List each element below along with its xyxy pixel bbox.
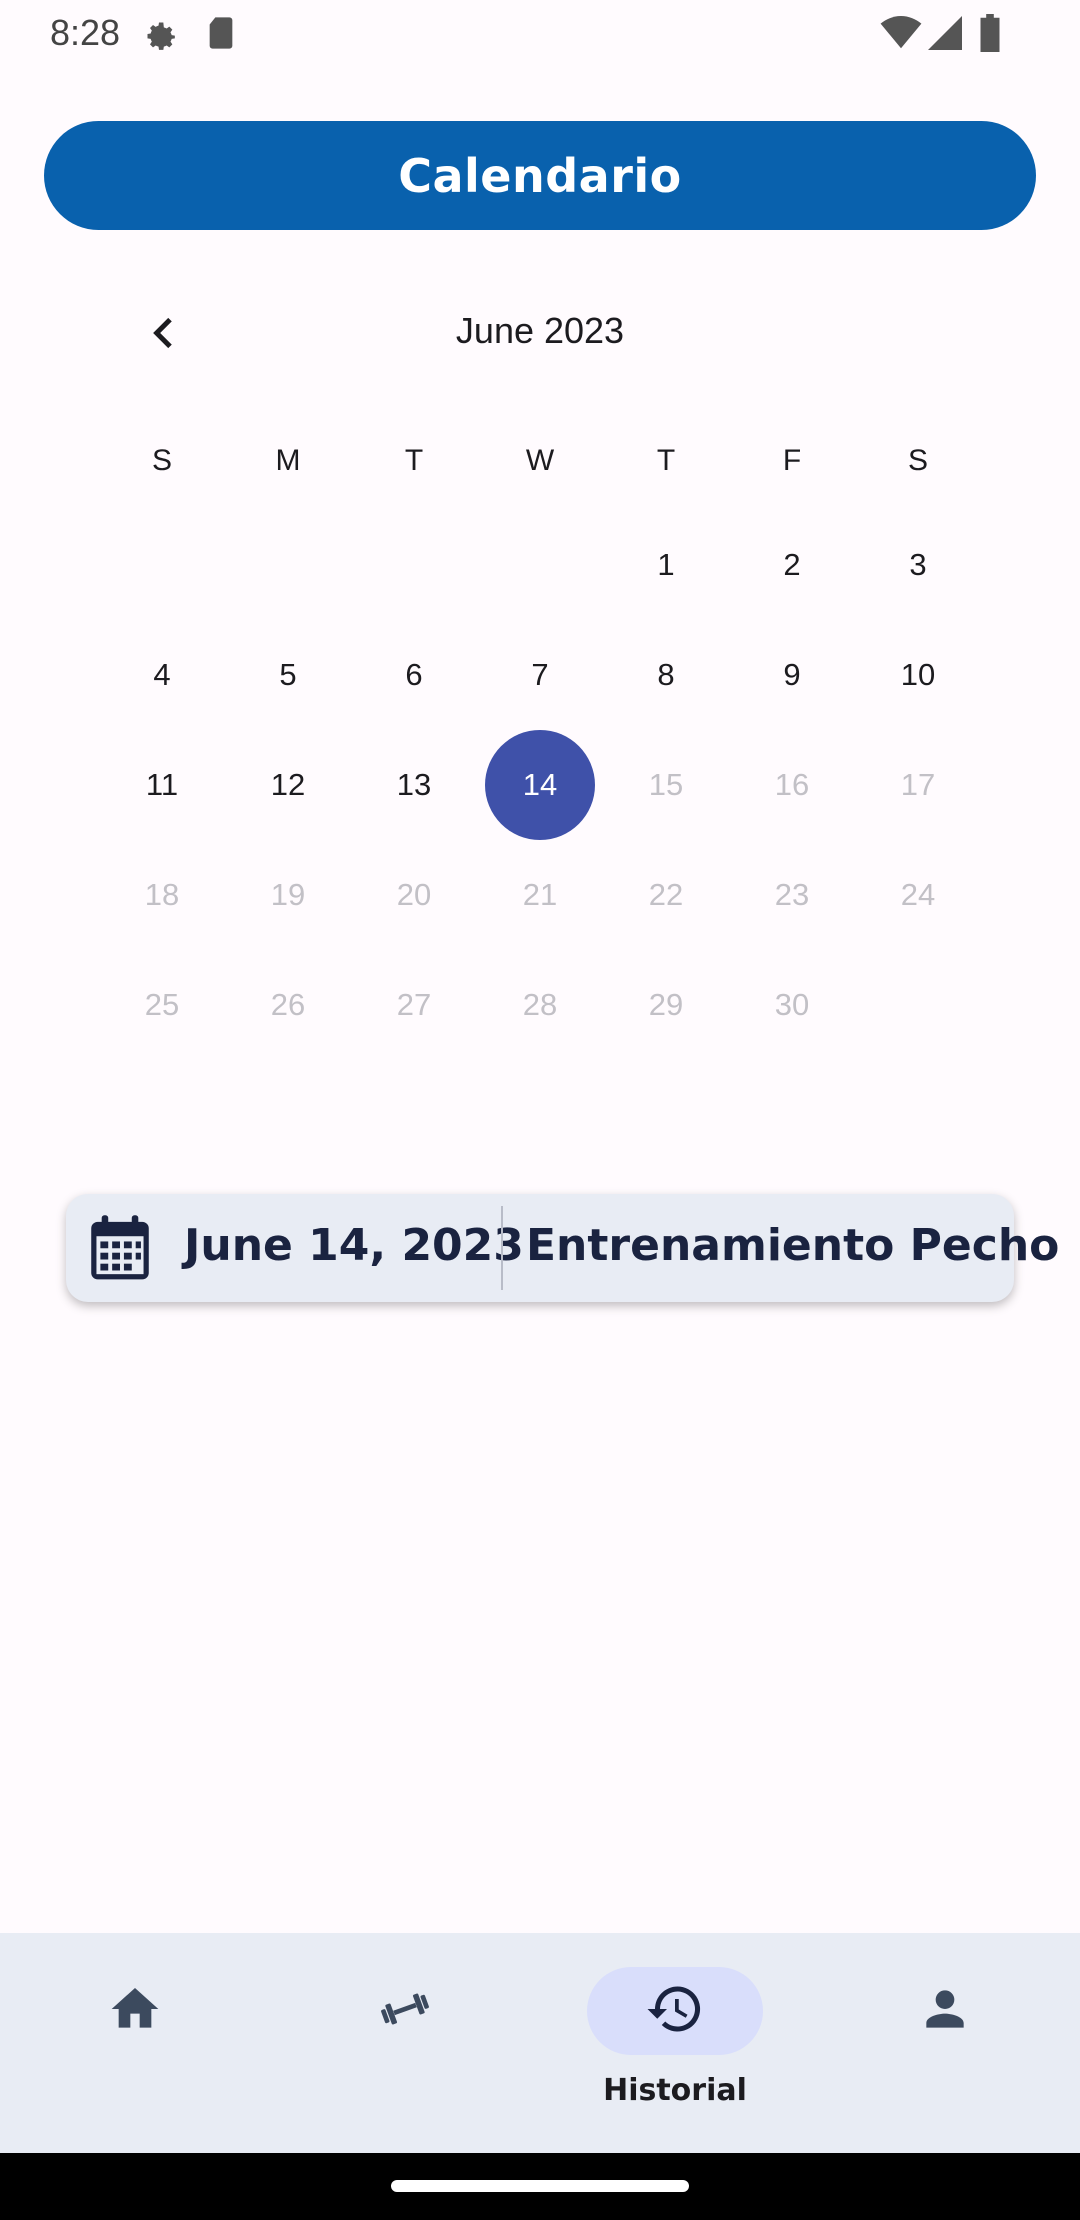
- calendar-day: 29: [648, 987, 684, 1022]
- weekday-header: S: [151, 444, 172, 477]
- month-navigation: June 2023: [0, 300, 1080, 370]
- dumbbell-icon: [377, 1981, 433, 2042]
- weekday-header: W: [525, 444, 555, 477]
- calendar-day[interactable]: 12: [233, 730, 343, 840]
- calendar-day: 24: [900, 877, 936, 912]
- workout-entry-card[interactable]: June 14, 2023 Entrenamiento Pecho: [66, 1194, 1059, 1302]
- active-indicator: [587, 1967, 763, 2055]
- weekday-header: M: [275, 444, 301, 477]
- calendar-day: 27: [396, 987, 432, 1022]
- calendar-day: 25: [144, 987, 180, 1022]
- calendar-day[interactable]: 4: [107, 620, 217, 730]
- calendar-day[interactable]: 1: [611, 510, 721, 620]
- home-icon: [107, 1981, 163, 2042]
- weekday-header: S: [907, 444, 928, 477]
- page-title: Calendario: [398, 148, 682, 203]
- calendar-day: 15: [648, 767, 684, 802]
- calendar-day[interactable]: 11: [107, 730, 217, 840]
- calendar-day[interactable]: 8: [611, 620, 721, 730]
- calendar-day: 26: [270, 987, 306, 1022]
- person-icon: [917, 1981, 973, 2042]
- gesture-handle[interactable]: [391, 2180, 689, 2192]
- entry-divider: [501, 1206, 503, 1290]
- calendar-day: 18: [144, 877, 180, 912]
- calendar-day-selected[interactable]: 14: [485, 730, 595, 840]
- entry-title: Entrenamiento Pecho: [526, 1220, 1060, 1271]
- header-title-bar: Calendario: [44, 121, 1036, 230]
- calendar-day[interactable]: 2: [737, 510, 847, 620]
- bottom-navigation: Historial: [0, 1933, 1080, 2153]
- weekday-header: T: [656, 444, 676, 477]
- calendar-day[interactable]: 9: [737, 620, 847, 730]
- calendar-day: 30: [774, 987, 810, 1022]
- calendar-day[interactable]: 3: [863, 510, 973, 620]
- weekday-header: T: [404, 444, 424, 477]
- history-icon: [645, 1979, 705, 2044]
- nav-label-history: Historial: [603, 2073, 747, 2108]
- nav-item-profile[interactable]: [810, 1933, 1080, 2153]
- calendar-day[interactable]: 5: [233, 620, 343, 730]
- entry-date: June 14, 2023: [184, 1220, 524, 1271]
- status-bar: 8:28: [0, 0, 1080, 66]
- calendar-day[interactable]: 7: [485, 620, 595, 730]
- calendar-day[interactable]: 6: [359, 620, 469, 730]
- nav-item-home[interactable]: [0, 1933, 270, 2153]
- nav-item-history[interactable]: Historial: [540, 1933, 810, 2153]
- wifi-icon: [880, 16, 922, 55]
- calendar-day[interactable]: 13: [359, 730, 469, 840]
- calendar-day: 22: [648, 877, 684, 912]
- calendar-day: 19: [270, 877, 306, 912]
- calendar-day: 21: [522, 877, 558, 912]
- calendar-day: 17: [900, 767, 936, 802]
- calendar-icon: [88, 1214, 152, 1282]
- calendar-day: 16: [774, 767, 810, 802]
- nav-item-workouts[interactable]: [270, 1933, 540, 2153]
- sd-card-icon: [206, 16, 236, 55]
- calendar-day[interactable]: 10: [863, 620, 973, 730]
- signal-icon: [928, 16, 962, 55]
- system-gesture-bar: [0, 2153, 1080, 2220]
- month-year-label[interactable]: June 2023: [0, 310, 1080, 352]
- calendar-day: 23: [774, 877, 810, 912]
- weekday-header: F: [782, 444, 802, 477]
- status-time: 8:28: [50, 12, 121, 53]
- settings-icon: [140, 14, 180, 59]
- battery-icon: [978, 14, 1002, 57]
- calendar-day: 20: [396, 877, 432, 912]
- calendar-day: 28: [522, 987, 558, 1022]
